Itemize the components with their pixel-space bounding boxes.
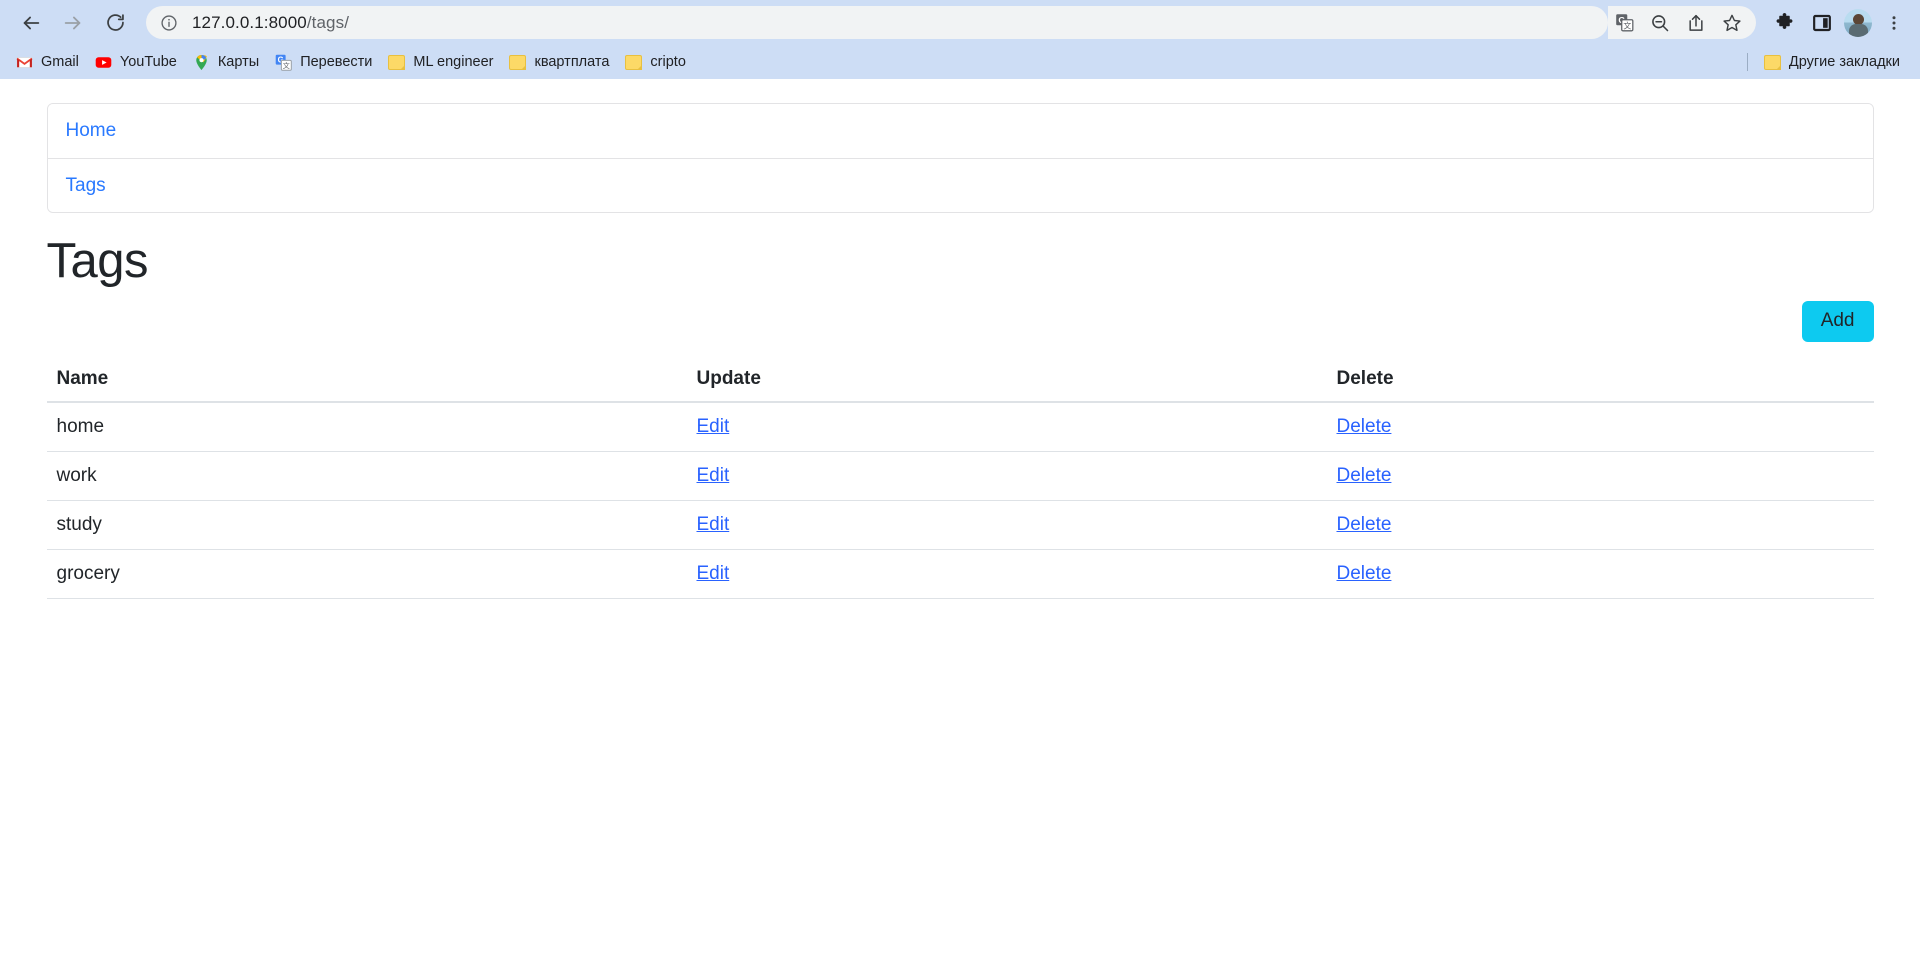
tags-table: Name Update Delete home Edit Delete work… [46, 357, 1874, 599]
bookmark-star-icon[interactable] [1716, 7, 1748, 39]
bookmark-gmail[interactable]: Gmail [8, 50, 87, 75]
other-bookmarks-folder[interactable]: Другие закладки [1756, 50, 1908, 74]
bookmark-label: квартплата [534, 54, 610, 70]
url-host: 127.0.0.1:8000 [192, 12, 307, 32]
table-head: Name Update Delete [46, 357, 1874, 403]
bookmark-maps[interactable]: Карты [185, 50, 267, 75]
reload-button[interactable] [94, 2, 136, 44]
bookmark-folder-kvartplata[interactable]: квартплата [501, 50, 617, 74]
share-icon[interactable] [1680, 7, 1712, 39]
cell-update: Edit [686, 451, 1327, 501]
bookmarks-separator [1746, 53, 1748, 71]
folder-icon [509, 54, 527, 70]
table-row: work Edit Delete [46, 451, 1874, 501]
svg-text:文: 文 [283, 61, 290, 70]
gmail-icon [16, 56, 33, 68]
delete-link[interactable]: Delete [1337, 416, 1392, 437]
bookmark-folder-ml-engineer[interactable]: ML engineer [380, 50, 501, 74]
translate-icon[interactable]: G 文 [1608, 7, 1640, 39]
bookmark-label: YouTube [119, 54, 177, 70]
bookmark-translate[interactable]: G 文 Перевести [267, 50, 380, 75]
cell-tag-name: home [46, 401, 687, 452]
svg-text:文: 文 [1623, 21, 1631, 31]
table-body: home Edit Delete work Edit Delete study … [46, 401, 1874, 599]
three-dot-menu-icon[interactable] [1878, 7, 1910, 39]
browser-chrome: 127.0.0.1:8000/tags/ G 文 [0, 0, 1920, 79]
other-bookmarks-label: Другие закладки [1788, 54, 1900, 70]
page-container: Home Tags Tags Add Name Update Delete ho… [23, 103, 1898, 599]
forward-button[interactable] [52, 2, 94, 44]
cell-update: Edit [686, 401, 1327, 452]
table-row: home Edit Delete [46, 401, 1874, 452]
side-panel-glyph-icon [1813, 14, 1831, 31]
page-content: Home Tags Tags Add Name Update Delete ho… [0, 103, 1920, 977]
edit-link[interactable]: Edit [697, 514, 730, 535]
delete-link[interactable]: Delete [1337, 514, 1392, 535]
cell-delete: Delete [1326, 401, 1874, 452]
bookmark-youtube[interactable]: YouTube [87, 50, 185, 75]
side-panel-icon[interactable] [1806, 7, 1838, 39]
info-circle-icon[interactable] [160, 14, 178, 32]
cell-delete: Delete [1326, 549, 1874, 599]
magnifier-minus-icon [1652, 14, 1669, 31]
bookmark-label: ML engineer [413, 54, 494, 70]
edit-link[interactable]: Edit [697, 416, 730, 437]
profile-avatar[interactable] [1844, 8, 1872, 37]
breadcrumb-item-home[interactable]: Home [47, 104, 1873, 159]
bookmark-label: Карты [217, 54, 260, 70]
google-translate-icon: G 文 [275, 54, 292, 71]
cell-update: Edit [686, 500, 1327, 550]
cell-tag-name: study [46, 500, 687, 550]
bookmarks-bar: Gmail YouTube Карты G 文 Перевести ML eng… [0, 45, 1920, 79]
cell-delete: Delete [1326, 451, 1874, 501]
star-glyph-icon [1723, 14, 1741, 31]
share-arrow-icon [1689, 14, 1703, 31]
translate-glyph-icon: G 文 [1615, 14, 1633, 32]
delete-link[interactable]: Delete [1337, 563, 1392, 584]
add-button[interactable]: Add [1801, 301, 1874, 342]
forward-arrow-icon [64, 16, 81, 29]
url-path: /tags/ [306, 12, 350, 32]
column-header-name: Name [46, 357, 687, 403]
extensions-puzzle-icon[interactable] [1768, 7, 1800, 39]
bookmark-folder-cripto[interactable]: cripto [617, 50, 693, 74]
edit-link[interactable]: Edit [697, 563, 730, 584]
cell-tag-name: work [46, 451, 687, 501]
add-button-row: Add [47, 301, 1874, 342]
chrome-actions [1768, 7, 1910, 39]
breadcrumb-item-tags[interactable]: Tags [47, 158, 1873, 213]
browser-toolbar: 127.0.0.1:8000/tags/ G 文 [0, 0, 1920, 45]
google-maps-icon [196, 54, 207, 70]
youtube-icon [95, 56, 112, 68]
delete-link[interactable]: Delete [1337, 465, 1392, 486]
omnibox-actions: G 文 [1608, 6, 1756, 39]
back-button[interactable] [10, 2, 52, 44]
folder-icon [1763, 54, 1781, 70]
cell-tag-name: grocery [46, 549, 687, 599]
reload-icon [106, 14, 124, 31]
page-title: Tags [46, 234, 149, 289]
folder-icon [388, 54, 406, 70]
cell-update: Edit [686, 549, 1327, 599]
breadcrumb: Home Tags [46, 103, 1874, 214]
address-bar-url: 127.0.0.1:8000/tags/ [192, 13, 349, 33]
column-header-update: Update [686, 357, 1327, 403]
table-row: study Edit Delete [46, 500, 1874, 550]
address-bar[interactable]: 127.0.0.1:8000/tags/ [146, 6, 1608, 39]
bookmark-label: cripto [650, 54, 686, 70]
bookmark-label: Gmail [41, 54, 79, 70]
zoom-out-icon[interactable] [1644, 7, 1676, 39]
folder-icon [625, 54, 643, 70]
cell-delete: Delete [1326, 500, 1874, 550]
bookmark-label: Перевести [300, 54, 373, 70]
table-row: grocery Edit Delete [46, 549, 1874, 599]
puzzle-glyph-icon [1776, 13, 1792, 29]
edit-link[interactable]: Edit [697, 465, 730, 486]
kebab-menu-glyph-icon [1892, 15, 1896, 30]
column-header-delete: Delete [1326, 357, 1874, 403]
table-header-row: Name Update Delete [46, 357, 1874, 403]
back-arrow-icon [23, 16, 40, 29]
